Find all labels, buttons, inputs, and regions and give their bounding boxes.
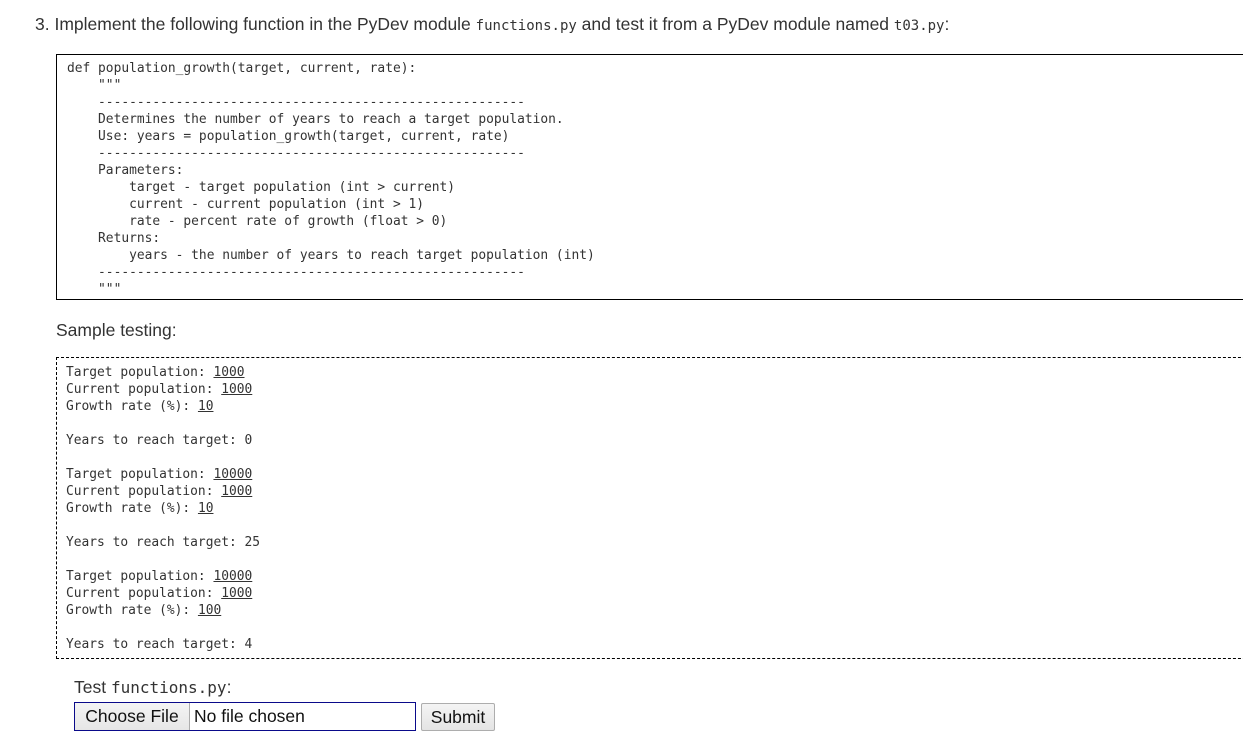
current-population-line: Current population: 1000 [66,381,260,398]
code-line: """ [67,282,122,297]
sample-output-box: Target population: 1000 Current populatio… [56,357,1243,659]
growth-rate-input: 10 [197,501,214,516]
growth-rate-line: Growth rate (%): 10 [66,500,260,517]
sample-testing-heading: Sample testing: [56,320,177,340]
question-middle: and test it from a PyDev module named [576,14,894,34]
file-input[interactable]: Choose File No file chosen [74,702,416,731]
target-population-label: Target population: [66,467,214,482]
growth-rate-input: 100 [197,603,222,618]
target-population-line: Target population: 10000 [66,466,260,483]
growth-rate-label: Growth rate (%): [66,399,198,414]
question-suffix: : [944,14,950,34]
code-line: ----------------------------------------… [67,146,525,161]
code-line: Use: years = population_growth(target, c… [67,129,510,144]
code-line: Parameters: [67,163,184,178]
upload-label-file: functions.py [110,678,227,697]
code-line: """ [67,78,122,93]
current-population-line: Current population: 1000 [66,483,260,500]
current-population-input: 1000 [221,586,253,601]
target-population-input: 10000 [213,467,253,482]
current-population-label: Current population: [66,586,222,601]
current-population-label: Current population: [66,484,222,499]
result-line: Years to reach target: 25 [66,535,261,550]
test-module-name: t03.py [893,18,945,34]
code-line: def population_growth(target, current, r… [67,61,417,76]
result-line: Years to reach target: 4 [66,637,253,652]
code-line: target - target population (int > curren… [67,180,456,195]
growth-rate-label: Growth rate (%): [66,501,198,516]
submit-button[interactable]: Submit [421,703,495,731]
target-population-label: Target population: [66,365,214,380]
target-population-line: Target population: 10000 [66,568,260,585]
code-line: years - the number of years to reach tar… [67,248,595,263]
code-line: Determines the number of years to reach … [67,112,564,127]
code-line: rate - percent rate of growth (float > 0… [67,214,448,229]
code-line: ----------------------------------------… [67,95,525,110]
choose-file-button[interactable]: Choose File [75,703,190,730]
file-status: No file chosen [194,706,305,726]
current-population-input: 1000 [221,382,253,397]
target-population-input: 1000 [213,365,245,380]
growth-rate-line: Growth rate (%): 10 [66,398,260,415]
code-listing: def population_growth(target, current, r… [67,60,595,298]
code-line: ----------------------------------------… [67,265,525,280]
upload-label: Test functions.py: [74,677,231,698]
question-prefix: 3. Implement the following function in t… [35,14,476,34]
growth-rate-label: Growth rate (%): [66,603,198,618]
target-population-line: Target population: 1000 [66,364,260,381]
target-population-input: 10000 [213,569,253,584]
target-population-label: Target population: [66,569,214,584]
growth-rate-line: Growth rate (%): 100 [66,602,260,619]
growth-rate-input: 10 [197,399,214,414]
sample-output: Target population: 1000 Current populatio… [66,364,260,653]
code-listing-box: def population_growth(target, current, r… [56,54,1243,300]
current-population-label: Current population: [66,382,222,397]
code-line: current - current population (int > 1) [67,197,424,212]
code-line: Returns: [67,231,161,246]
question-text: 3. Implement the following function in t… [35,14,949,35]
upload-label-prefix: Test [74,677,111,697]
current-population-line: Current population: 1000 [66,585,260,602]
upload-label-suffix: : [226,677,232,697]
current-population-input: 1000 [221,484,253,499]
module-name: functions.py [475,18,577,34]
result-line: Years to reach target: 0 [66,433,253,448]
